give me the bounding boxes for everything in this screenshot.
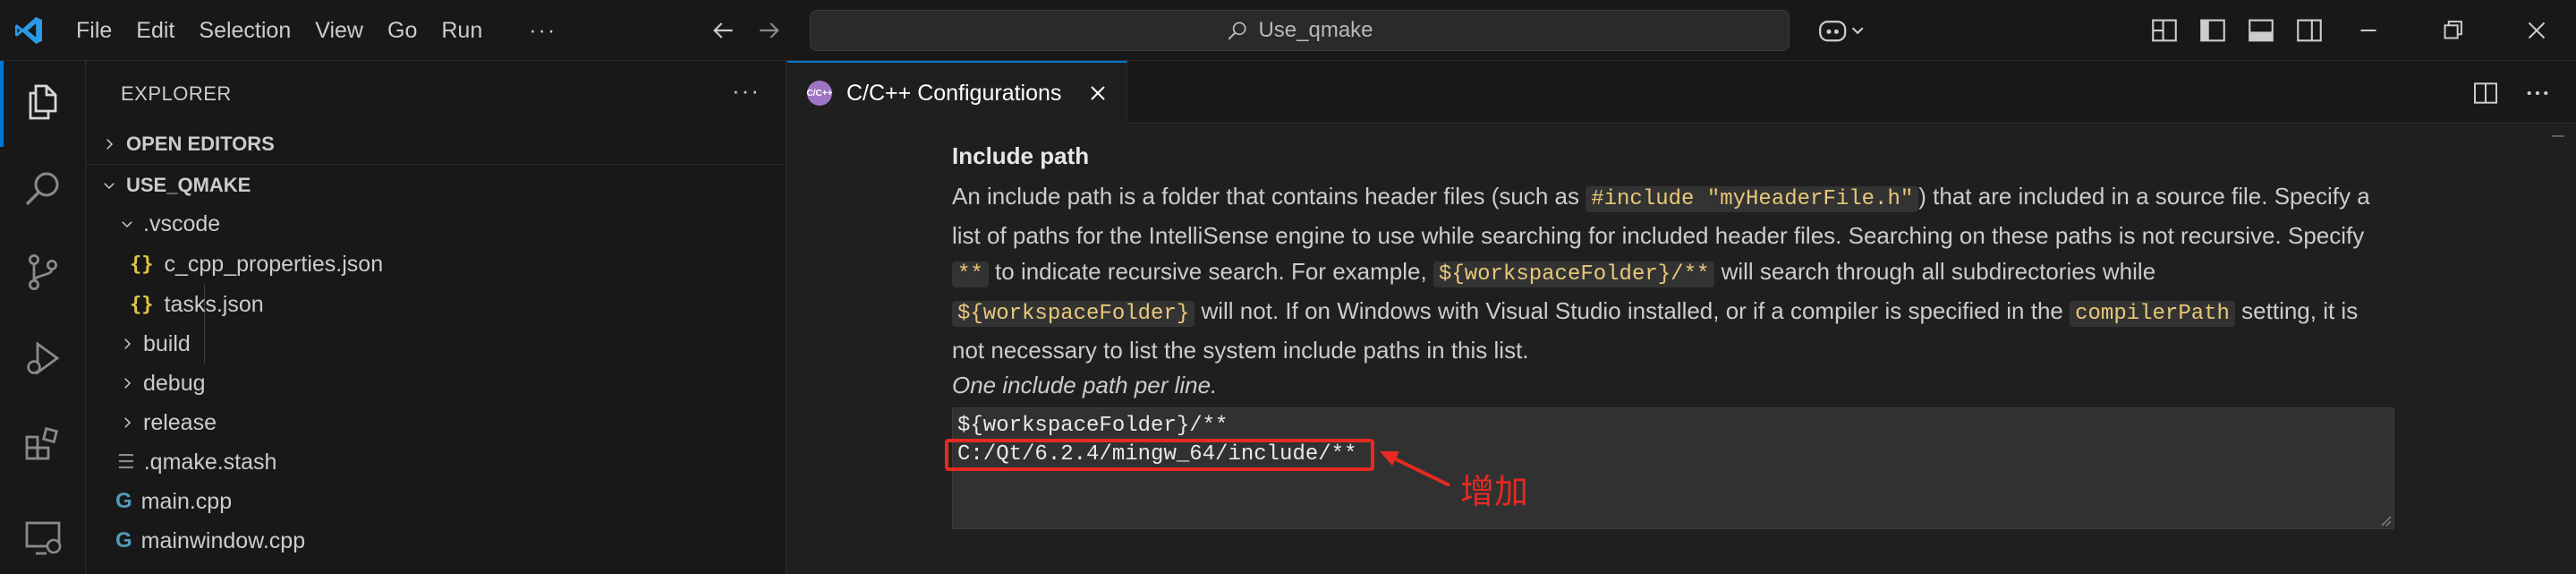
source-control-icon[interactable] bbox=[21, 251, 64, 294]
tree-item-tasks-json[interactable]: {} tasks.json bbox=[87, 285, 786, 324]
setting-title: Include path bbox=[952, 142, 1090, 169]
annotation-arrow-icon bbox=[1380, 451, 1450, 487]
more-actions-icon[interactable] bbox=[2523, 79, 2552, 107]
annotation-text: 增加 bbox=[1460, 474, 1529, 511]
tree-item-label: c_cpp_properties.json bbox=[164, 251, 384, 277]
restore-icon[interactable] bbox=[2437, 15, 2468, 46]
copilot-icon[interactable] bbox=[1816, 15, 1866, 46]
menu-bar: File Edit Selection View Go Run ··· bbox=[76, 0, 557, 61]
setting-note: One include path per line. bbox=[952, 372, 1218, 398]
cpp-file-icon: G bbox=[115, 528, 132, 553]
chevron-right-icon bbox=[115, 336, 140, 352]
tree-item-qmake-stash[interactable]: ☰ .qmake.stash bbox=[87, 442, 786, 482]
tree-item-label: release bbox=[143, 409, 217, 435]
active-indicator bbox=[0, 61, 4, 147]
menu-edit[interactable]: Edit bbox=[136, 18, 191, 44]
code-snippet: ${workspaceFolder}/** bbox=[1433, 261, 1715, 287]
search-icon bbox=[1228, 21, 1247, 40]
scrollbar-marker bbox=[2552, 135, 2564, 137]
vscode-logo-icon bbox=[15, 17, 42, 44]
back-arrow-icon[interactable] bbox=[709, 16, 737, 45]
tree-item-label: mainwindow.cpp bbox=[140, 527, 306, 553]
tree-item-c-cpp-properties[interactable]: {} c_cpp_properties.json bbox=[87, 244, 786, 284]
menu-file[interactable]: File bbox=[76, 18, 129, 44]
close-icon[interactable] bbox=[1087, 82, 1109, 104]
toggle-primary-sidebar-icon[interactable] bbox=[2198, 15, 2228, 46]
title-bar: File Edit Selection View Go Run ··· Use_… bbox=[0, 0, 2576, 61]
sidebar-more-button[interactable]: ··· bbox=[732, 77, 761, 105]
search-icon[interactable] bbox=[21, 167, 64, 210]
explorer-icon[interactable] bbox=[21, 81, 64, 124]
json-file-icon: {} bbox=[130, 253, 154, 276]
workspace-section[interactable]: USE_QMAKE bbox=[87, 167, 786, 204]
menu-selection[interactable]: Selection bbox=[199, 18, 308, 44]
tree-item-build[interactable]: build bbox=[87, 324, 786, 364]
include-path-line: ${workspaceFolder}/** bbox=[957, 414, 1228, 438]
tree-item-label: .qmake.stash bbox=[143, 449, 277, 475]
code-snippet: compilerPath bbox=[2070, 301, 2235, 327]
c-cpp-extension-icon: C/C++ bbox=[807, 81, 832, 106]
sidebar-title: EXPLORER bbox=[121, 82, 232, 105]
explorer-sidebar: EXPLORER ··· OPEN EDITORS USE_QMAKE .vsc… bbox=[87, 61, 786, 574]
file-icon: ☰ bbox=[117, 450, 135, 473]
minimize-icon[interactable] bbox=[2353, 15, 2384, 46]
code-snippet: ${workspaceFolder} bbox=[952, 301, 1195, 327]
toggle-secondary-sidebar-icon[interactable] bbox=[2294, 15, 2325, 46]
tree-item-label: .vscode bbox=[143, 210, 221, 236]
forward-arrow-icon[interactable] bbox=[755, 16, 784, 45]
tree-item-label: build bbox=[143, 330, 191, 356]
remote-explorer-icon[interactable] bbox=[21, 516, 64, 559]
search-text: Use_qmake bbox=[1258, 18, 1373, 42]
tree-item-release[interactable]: release bbox=[87, 403, 786, 442]
command-center-search[interactable]: Use_qmake bbox=[810, 10, 1790, 51]
extensions-icon[interactable] bbox=[21, 423, 64, 466]
chevron-down-icon bbox=[92, 177, 126, 193]
toggle-panel-icon[interactable] bbox=[2246, 15, 2276, 46]
resize-grip-icon[interactable] bbox=[2377, 512, 2392, 527]
run-debug-icon[interactable] bbox=[21, 337, 64, 380]
tree-item-main-cpp[interactable]: G main.cpp bbox=[87, 482, 786, 521]
tree-item-label: tasks.json bbox=[164, 291, 264, 317]
chevron-right-icon bbox=[92, 136, 126, 152]
desc-text: An include path is a folder that contain… bbox=[952, 183, 1586, 210]
chevron-right-icon bbox=[115, 375, 140, 391]
desc-text: will search through all subdirectories w… bbox=[1714, 258, 2156, 285]
open-editors-section[interactable]: OPEN EDITORS bbox=[87, 125, 786, 163]
tab-label: C/C++ Configurations bbox=[846, 80, 1062, 106]
settings-editor: Include path An include path is a folder… bbox=[787, 124, 2576, 574]
tree-item-label: debug bbox=[143, 370, 206, 396]
customize-layout-icon[interactable] bbox=[2149, 15, 2180, 46]
desc-text: to indicate recursive search. For exampl… bbox=[988, 258, 1433, 285]
menu-run[interactable]: Run bbox=[441, 18, 499, 44]
menu-more-button[interactable]: ··· bbox=[529, 18, 557, 44]
chevron-right-icon bbox=[115, 415, 140, 431]
tree-item-mainwindow-cpp[interactable]: G mainwindow.cpp bbox=[87, 521, 786, 561]
code-snippet: ** bbox=[952, 261, 989, 287]
cpp-file-icon: G bbox=[115, 489, 132, 513]
tab-c-cpp-configurations[interactable]: C/C++ C/C++ Configurations bbox=[787, 61, 1127, 124]
tree-item-vscode[interactable]: .vscode bbox=[87, 204, 786, 244]
desc-text: will not. If on Windows with Visual Stud… bbox=[1194, 297, 2070, 324]
json-file-icon: {} bbox=[130, 293, 154, 316]
section-divider bbox=[87, 164, 786, 165]
workspace-label: USE_QMAKE bbox=[126, 174, 251, 196]
annotation-highlight-box bbox=[945, 439, 1374, 471]
setting-description: An include path is a folder that contain… bbox=[952, 178, 2384, 368]
tree-item-debug[interactable]: debug bbox=[87, 364, 786, 403]
menu-view[interactable]: View bbox=[315, 18, 380, 44]
open-editors-label: OPEN EDITORS bbox=[126, 133, 275, 155]
activity-bar bbox=[0, 61, 86, 574]
tree-item-label: main.cpp bbox=[140, 488, 233, 514]
split-editor-icon[interactable] bbox=[2471, 79, 2500, 107]
menu-go[interactable]: Go bbox=[387, 18, 434, 44]
code-snippet: #include "myHeaderFile.h" bbox=[1586, 186, 1919, 212]
chevron-down-icon bbox=[115, 216, 140, 232]
close-window-icon[interactable] bbox=[2521, 15, 2552, 46]
editor-tab-bar: C/C++ C/C++ Configurations bbox=[787, 61, 2576, 124]
